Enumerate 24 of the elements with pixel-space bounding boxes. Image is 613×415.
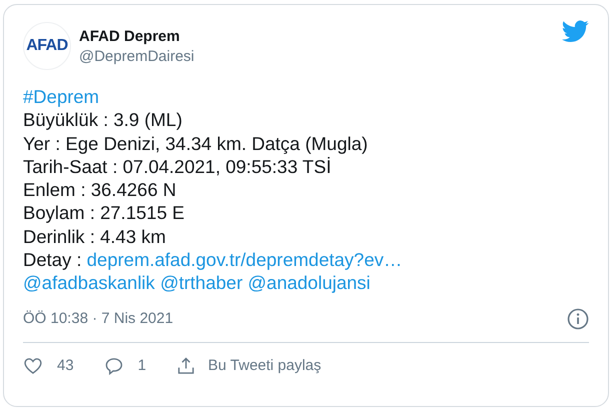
- mention-link[interactable]: @afadbaskanlik: [23, 272, 155, 294]
- like-button[interactable]: 43: [23, 356, 74, 376]
- comment-icon[interactable]: [104, 356, 124, 376]
- tweet-timestamp[interactable]: ÖÖ 10:38 · 7 Nis 2021: [23, 310, 174, 328]
- url-link[interactable]: deprem.afad.gov.tr/depremdetay?ev…: [86, 249, 402, 270]
- avatar-logo[interactable]: AFAD: [23, 22, 71, 70]
- tweet-text-line: Tarih-Saat : 07.04.2021, 09:55:33 TSİ: [23, 154, 332, 178]
- mention-link[interactable]: @anadolujansi: [248, 272, 370, 294]
- info-icon[interactable]: [567, 308, 589, 330]
- share-icon[interactable]: [176, 356, 196, 376]
- mention-link[interactable]: @trthaber: [160, 272, 243, 294]
- author-handle[interactable]: @DepremDairesi: [79, 48, 554, 64]
- bird-icon[interactable]: [562, 20, 589, 43]
- hashtag-link[interactable]: #Deprem: [23, 86, 100, 107]
- author-name[interactable]: AFAD Deprem: [79, 28, 554, 44]
- tweet-text-line: Derinlik : 4.43 km: [23, 224, 167, 248]
- tweet-text-line: Enlem : 36.4266 N: [23, 178, 178, 202]
- field-label: Detay :: [23, 249, 82, 270]
- heart-icon[interactable]: [23, 356, 43, 376]
- tweet-text-line: Yer : Ege Denizi, 34.34 km. Datça (Mugla): [23, 132, 369, 155]
- tweet-text-line: Büyüklük : 3.9 (ML): [23, 108, 184, 132]
- tweet-text-line: Boylam : 27.1515 E: [23, 201, 186, 225]
- reply-button[interactable]: 1: [104, 356, 146, 376]
- share-button[interactable]: Bu Tweeti paylaş: [176, 356, 322, 376]
